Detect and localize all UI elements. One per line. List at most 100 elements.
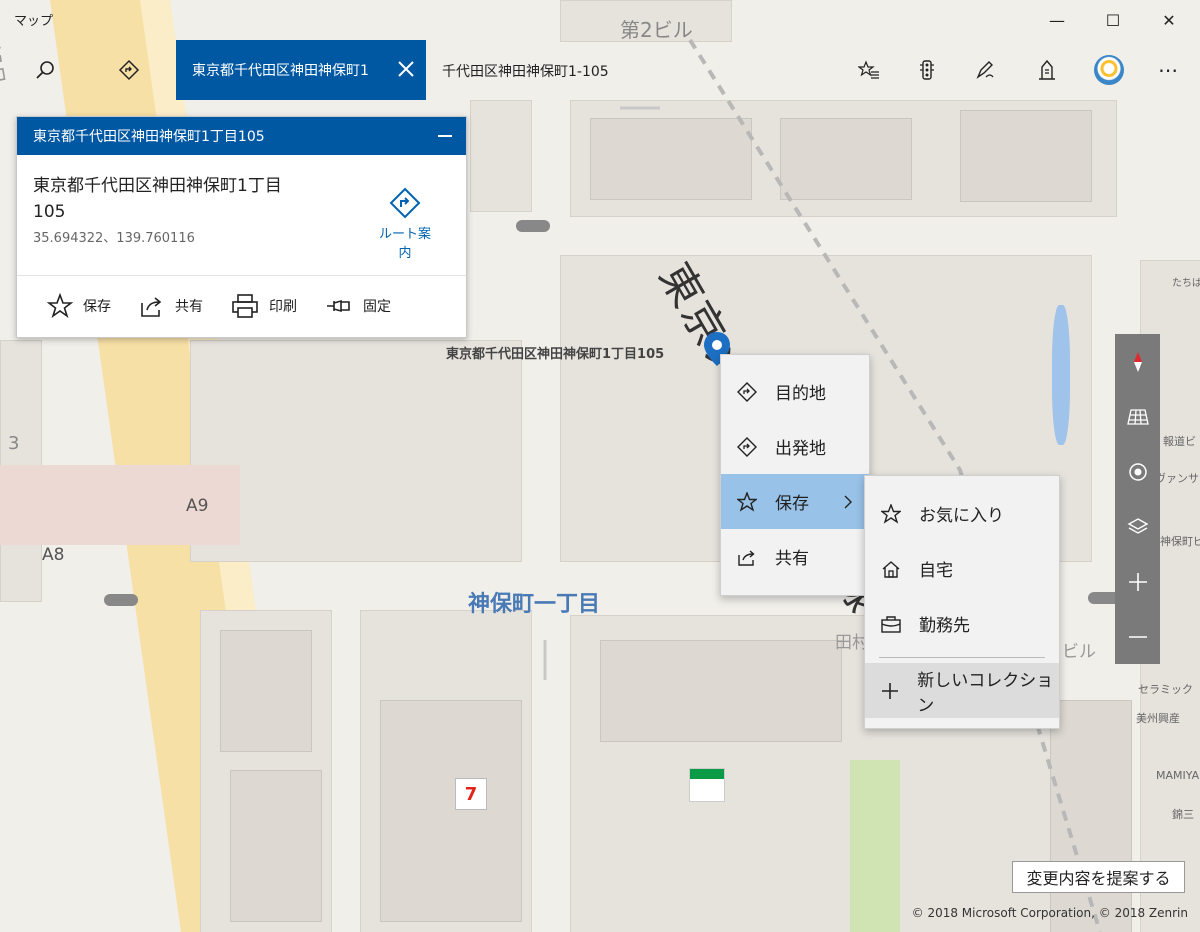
star-icon <box>47 293 73 319</box>
minus-icon <box>1128 635 1147 638</box>
app-title: マップ <box>14 14 54 29</box>
directions-button[interactable] <box>100 40 158 100</box>
submenu-item-new-collection[interactable]: 新しいコレクション <box>865 663 1059 718</box>
location-icon <box>1128 462 1147 481</box>
family-mart-icon <box>689 768 725 802</box>
card-pin-label: 固定 <box>363 299 391 315</box>
tab-label: 東京都千代田区神田神保町1 <box>192 63 369 79</box>
card-address: 東京都千代田区神田神保町1丁目 105 <box>33 173 323 225</box>
search-icon <box>36 61 54 79</box>
3d-cities-button[interactable] <box>1018 40 1076 100</box>
ink-button[interactable] <box>956 40 1014 100</box>
locate-button[interactable] <box>1115 444 1160 499</box>
route-button[interactable]: ルート案内 <box>373 187 437 261</box>
submenu-item-home[interactable]: 自宅 <box>865 541 1059 596</box>
favorites-button[interactable] <box>840 40 898 100</box>
tilt-grid-icon <box>1126 408 1149 425</box>
menu-item-share[interactable]: 共有 <box>721 529 869 584</box>
star-icon <box>737 491 757 512</box>
tab-address-active[interactable]: 東京都千代田区神田神保町1 <box>176 40 426 100</box>
map-partial-label: 美州興産 <box>1136 712 1180 725</box>
directions-from-icon <box>737 436 757 457</box>
card-title: 東京都千代田区神田神保町1丁目105 <box>33 129 265 145</box>
card-divider <box>17 275 466 276</box>
map-partial-label: セラミック <box>1138 683 1193 696</box>
map-number-label: 3 <box>8 433 20 454</box>
traffic-button[interactable] <box>898 40 956 100</box>
exit-label-a8: A8 <box>42 545 65 565</box>
more-button[interactable]: ⋯ <box>1140 40 1198 100</box>
favorites-list-icon <box>858 60 879 79</box>
card-save-button[interactable]: 保存 <box>47 293 111 319</box>
area-label: 神保町一丁目 <box>468 592 601 617</box>
card-save-label: 保存 <box>83 299 111 315</box>
plus-icon <box>882 682 899 699</box>
map-partial-label: MAMIYA <box>1156 769 1200 782</box>
minimize-icon: — <box>1049 10 1065 30</box>
card-header: 東京都千代田区神田神保町1丁目105 <box>17 117 466 155</box>
copyright-text: © 2018 Microsoft Corporation, © 2018 Zen… <box>911 906 1188 920</box>
card-share-label: 共有 <box>175 299 203 315</box>
address-line1: 東京都千代田区神田神保町1丁目 <box>33 176 282 196</box>
map-partial-label: ヴァンサ <box>1155 472 1199 485</box>
layers-icon <box>1127 517 1148 534</box>
card-share-button[interactable]: 共有 <box>139 293 203 319</box>
card-coordinates: 35.694322、139.760116 <box>33 231 195 246</box>
menu-label: 共有 <box>775 549 809 569</box>
title-bar: マップ — ☐ ✕ <box>0 0 1200 40</box>
search-button[interactable] <box>16 40 74 100</box>
compass-button[interactable] <box>1115 334 1160 389</box>
directions-icon <box>389 187 421 219</box>
tilt-button[interactable] <box>1115 389 1160 444</box>
menu-item-origin[interactable]: 出発地 <box>721 419 869 474</box>
more-icon: ⋯ <box>1158 58 1180 82</box>
account-button[interactable] <box>1080 40 1138 100</box>
menu-item-save[interactable]: 保存 <box>721 474 869 529</box>
minimize-card-icon[interactable] <box>438 135 452 137</box>
submenu-label: 勤務先 <box>919 616 970 636</box>
save-submenu: お気に入り 自宅 勤務先 新しいコレクション <box>864 475 1060 729</box>
menu-label: 保存 <box>775 494 809 514</box>
plus-icon <box>1128 572 1147 591</box>
map-partial-label: 錦三 <box>1172 808 1194 821</box>
3d-building-icon <box>1039 59 1055 80</box>
traffic-light-icon <box>920 60 934 80</box>
card-print-button[interactable]: 印刷 <box>231 293 297 319</box>
close-icon: ✕ <box>1162 10 1176 30</box>
directions-icon <box>118 59 140 81</box>
maximize-button[interactable]: ☐ <box>1084 0 1142 40</box>
menu-label: 目的地 <box>775 384 826 404</box>
traffic-signal-icon <box>104 594 138 606</box>
minimize-button[interactable]: — <box>1028 0 1086 40</box>
chevron-right-icon <box>844 495 852 508</box>
compass-icon <box>1133 351 1142 372</box>
card-pin-button[interactable]: 固定 <box>325 293 391 319</box>
submenu-label: 自宅 <box>919 561 953 581</box>
close-button[interactable]: ✕ <box>1140 0 1198 40</box>
submenu-label: 新しいコレクション <box>917 670 1054 716</box>
map-partial-label: 報道ビ <box>1163 435 1196 448</box>
traffic-signal-icon <box>516 220 550 232</box>
layers-button[interactable] <box>1115 499 1160 554</box>
share-icon <box>141 297 162 317</box>
exit-label-a9: A9 <box>186 496 209 516</box>
suggest-edit-button[interactable]: 変更内容を提案する <box>1012 861 1185 893</box>
pin-label: 東京都千代田区神田神保町1丁目105 <box>446 347 665 362</box>
address-line2: 105 <box>33 202 66 222</box>
menu-item-destination[interactable]: 目的地 <box>721 364 869 419</box>
home-icon <box>882 560 900 578</box>
menu-label: 出発地 <box>775 439 826 459</box>
pin-to-start-icon <box>327 299 350 313</box>
close-tab-icon[interactable] <box>394 57 418 81</box>
submenu-item-work[interactable]: 勤務先 <box>865 596 1059 651</box>
submenu-label: お気に入り <box>919 506 1004 526</box>
star-icon <box>881 503 901 524</box>
convenience-store-icon: 7 <box>455 778 487 810</box>
submenu-item-favorites[interactable]: お気に入り <box>865 486 1059 541</box>
zoom-out-button[interactable] <box>1115 609 1160 664</box>
map-partial-label: たちば <box>1172 278 1200 289</box>
pen-icon <box>976 61 994 79</box>
zoom-in-button[interactable] <box>1115 554 1160 609</box>
tab-address-second[interactable]: 千代田区神田神保町1-105 <box>442 61 609 81</box>
maximize-icon: ☐ <box>1105 10 1121 30</box>
